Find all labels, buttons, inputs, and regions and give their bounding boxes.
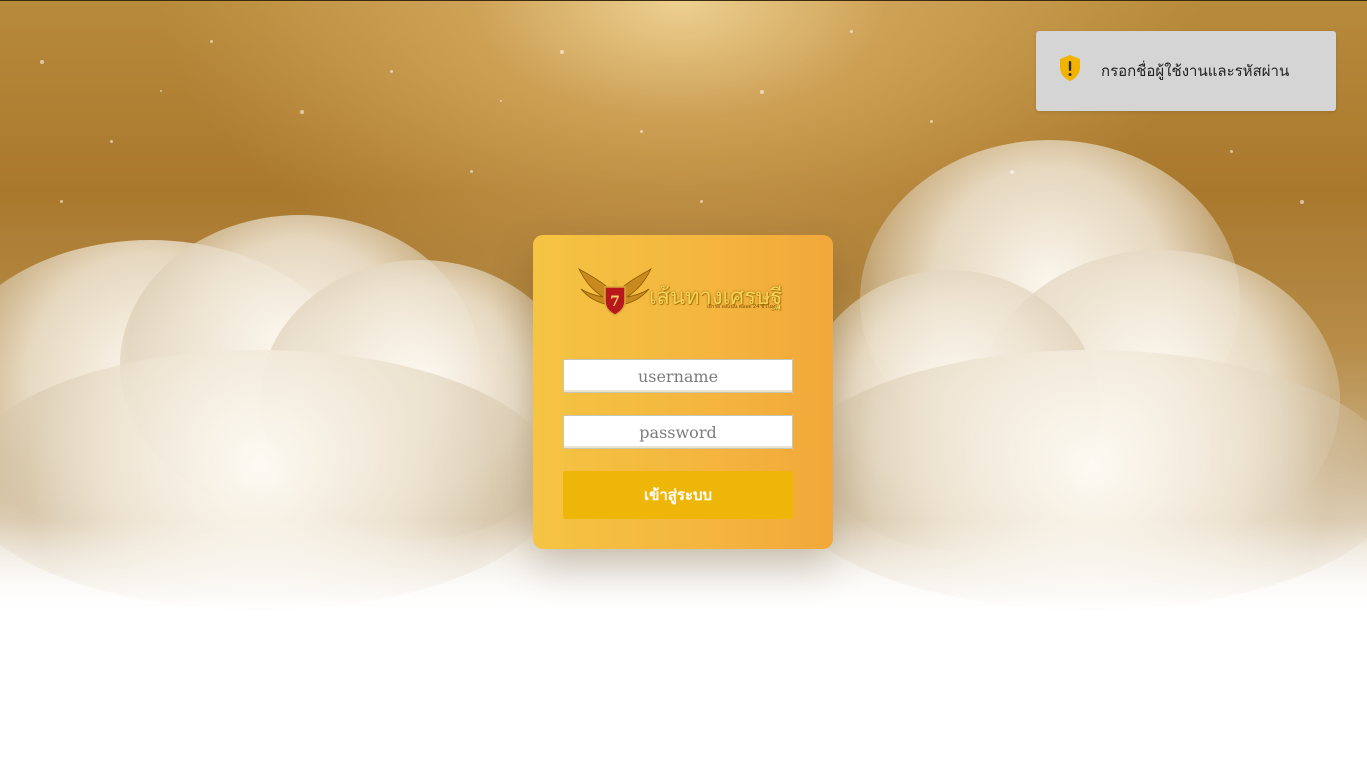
snow-speck	[760, 90, 764, 94]
top-edge-line	[0, 0, 1367, 1]
snow-speck	[1010, 170, 1014, 174]
snow-speck	[110, 140, 113, 143]
login-card: 7 เส้นทางเศรษฐี เฝ้ารอ ลงแน่น ตลอด 24 ชั…	[533, 235, 833, 549]
snow-speck	[300, 110, 304, 114]
login-button[interactable]: เข้าสู่ระบบ	[563, 471, 793, 519]
background-fade	[0, 520, 1367, 769]
snow-speck	[1230, 150, 1233, 153]
snow-speck	[930, 120, 933, 123]
snow-speck	[560, 50, 564, 54]
snow-speck	[1300, 200, 1304, 204]
snow-speck	[160, 90, 162, 92]
snow-speck	[390, 70, 393, 73]
winged-emblem-icon: 7	[578, 267, 652, 316]
snow-speck	[210, 40, 213, 43]
snow-speck	[700, 200, 703, 203]
warning-toast[interactable]: กรอกชื่อผู้ใช้งานและรหัสผ่าน	[1036, 31, 1336, 111]
username-input[interactable]	[563, 359, 793, 393]
svg-text:7: 7	[610, 294, 620, 310]
snow-speck	[470, 170, 473, 173]
password-input[interactable]	[563, 415, 793, 449]
toast-message: กรอกชื่อผู้ใช้งานและรหัสผ่าน	[1101, 62, 1290, 80]
brand-tagline: เฝ้ารอ ลงแน่น ตลอด 24 ชั่วโมง	[707, 304, 776, 310]
snow-speck	[40, 60, 44, 64]
warning-shield-icon	[1060, 55, 1080, 81]
snow-speck	[500, 100, 502, 102]
snow-speck	[850, 30, 853, 33]
snow-speck	[640, 130, 643, 133]
brand-logo: 7 เส้นทางเศรษฐี เฝ้ารอ ลงแน่น ตลอด 24 ชั…	[577, 265, 783, 321]
snow-speck	[60, 200, 63, 203]
